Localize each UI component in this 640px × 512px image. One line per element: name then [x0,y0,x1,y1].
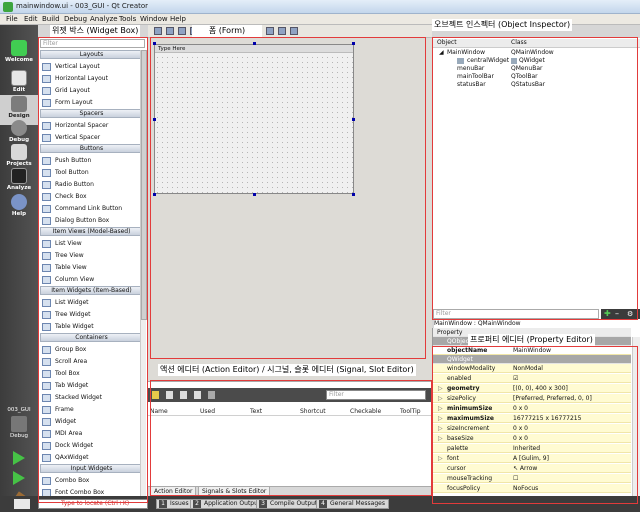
break-layout-icon[interactable] [278,27,286,35]
projects-icon [11,144,27,160]
kit-build-config: Debug [9,433,29,439]
tab-label: General Messages [330,500,385,507]
annotation-label-action-editor: 액션 에디터 (Action Editor) / 시그널, 슬롯 에디터 (Si… [158,364,416,376]
edit-buddies-icon[interactable] [178,27,186,35]
title-bar: mainwindow.ui - 003_GUI - Qt Creator [0,0,640,14]
selected-object-label: MainWindow : QMainWindow [434,320,640,328]
menu-window[interactable]: Window [140,15,168,23]
output-tab-application-output[interactable]: 2 Application Output [190,499,265,509]
sidebar-toggle-icon[interactable] [14,499,30,509]
tab-number: 4 [319,500,327,508]
qt-logo-icon [11,40,27,56]
menu-build[interactable]: Build [42,15,60,23]
mode-label: Analyze [6,185,32,191]
tab-number: 2 [193,500,201,508]
menu-help[interactable]: Help [170,15,186,23]
menu-debug[interactable]: Debug [64,15,87,23]
adjust-size-icon[interactable] [290,27,298,35]
menu-edit[interactable]: Edit [24,15,38,23]
column-header-property[interactable]: Property [437,328,462,337]
mode-label: Edit [12,87,26,93]
menu-file[interactable]: File [6,15,18,23]
output-tab-issues[interactable]: 1 Issues [156,499,193,509]
annotation-label-form: 폼 (Form) [192,25,262,37]
tab-label: Application Output [204,500,261,507]
output-tab-general-messages[interactable]: 4 General Messages [316,499,389,509]
tab-number: 1 [159,500,167,508]
mode-label: Welcome [5,57,33,63]
mode-label: Help [11,211,27,217]
help-icon [11,194,27,210]
monitor-icon[interactable] [11,416,27,432]
layout-form-icon[interactable] [266,27,274,35]
mode-selector: Welcome Edit Design Debug Projects Analy… [0,25,38,512]
debug-run-icon[interactable] [13,471,25,485]
edit-signals-icon[interactable] [166,27,174,35]
annotation-box-widget-box [38,37,148,503]
annotation-label-widget-box: 위젯 박스 (Widget Box) [50,25,141,37]
output-tab-compile-output[interactable]: 3 Compile Output [256,499,322,509]
kit-project: 003_GUI [7,407,31,413]
edit-document-icon [11,70,27,86]
qt-creator-app-icon [3,2,13,12]
annotation-box-object-inspector [432,37,638,320]
mode-help[interactable]: Help [0,193,38,223]
bug-icon [11,120,27,136]
annotation-box-property-editor [432,346,638,504]
menu-tools[interactable]: Tools [119,15,136,23]
tab-number: 3 [259,500,267,508]
annotation-label-object-inspector: 오브젝트 인스펙터 (Object Inspector) [432,19,573,31]
annotation-label-property-editor: 프로퍼티 에디터 (Property Editor) [468,334,595,346]
annotation-box-action-editor [150,380,432,496]
design-pencil-icon [11,96,27,112]
window-title: mainwindow.ui - 003_GUI - Qt Creator [16,2,149,10]
mode-welcome[interactable]: Welcome [0,39,38,69]
tab-label: Compile Output [270,500,318,507]
analyze-icon [11,168,27,184]
edit-widgets-icon[interactable] [154,27,162,35]
annotation-box-form [150,37,426,359]
run-icon[interactable] [13,451,25,465]
menu-analyze[interactable]: Analyze [90,15,118,23]
tab-label: Issues [170,500,189,507]
